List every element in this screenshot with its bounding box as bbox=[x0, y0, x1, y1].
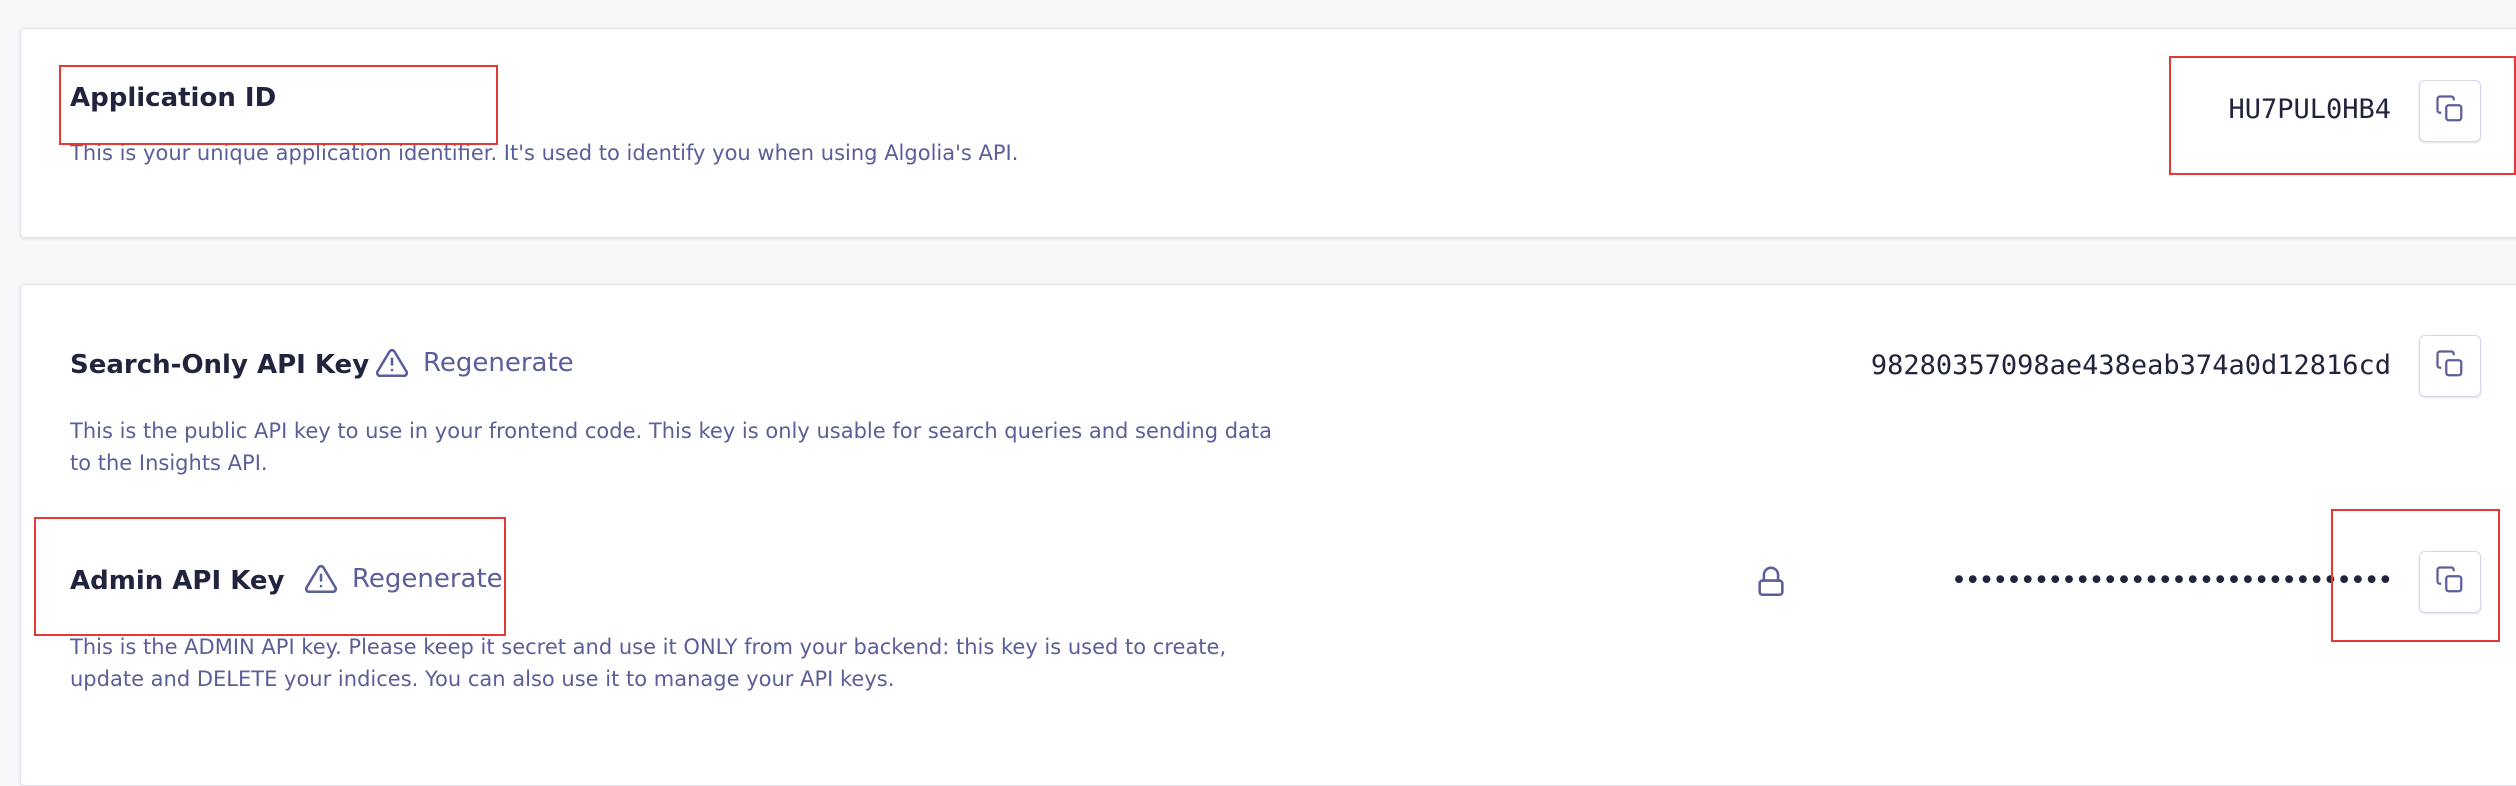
copy-icon bbox=[2435, 94, 2465, 128]
warning-icon bbox=[304, 562, 338, 596]
application-id-title: Application ID bbox=[70, 83, 277, 113]
regenerate-label: Regenerate bbox=[423, 348, 574, 378]
search-only-api-key-value[interactable]: 98280357098ae438eab374a0d12816cd bbox=[1871, 350, 2391, 381]
copy-application-id-button[interactable] bbox=[2419, 80, 2481, 142]
regenerate-label: Regenerate bbox=[352, 564, 503, 594]
admin-key-description-line-1: This is the ADMIN API key. Please keep i… bbox=[70, 635, 1227, 659]
application-id-description: This is your unique application identifi… bbox=[70, 141, 1019, 165]
search-key-description-line-1: This is the public API key to use in you… bbox=[70, 419, 1273, 443]
reveal-admin-key-button[interactable] bbox=[1754, 565, 1788, 603]
search-only-api-key-description: This is the public API key to use in you… bbox=[70, 415, 1272, 479]
copy-icon bbox=[2435, 565, 2465, 599]
warning-icon bbox=[375, 346, 409, 380]
regenerate-admin-key-button[interactable]: Regenerate bbox=[304, 562, 503, 596]
admin-key-description-line-2: update and DELETE your indices. You can … bbox=[70, 667, 895, 691]
application-id-value[interactable]: HU7PUL0HB4 bbox=[2228, 94, 2391, 125]
admin-api-key-title: Admin API Key bbox=[70, 566, 285, 596]
admin-api-key-value[interactable]: •••••••••••••••••••••••••••••••• bbox=[1951, 565, 2394, 596]
copy-admin-key-button[interactable] bbox=[2419, 551, 2481, 613]
regenerate-search-key-button[interactable]: Regenerate bbox=[375, 346, 574, 380]
lock-icon bbox=[1754, 566, 1788, 603]
copy-icon bbox=[2435, 349, 2465, 383]
copy-search-key-button[interactable] bbox=[2419, 335, 2481, 397]
search-only-api-key-title: Search-Only API Key bbox=[70, 350, 370, 380]
application-id-card bbox=[20, 28, 2516, 238]
admin-api-key-description: This is the ADMIN API key. Please keep i… bbox=[70, 631, 1226, 695]
search-key-description-line-2: to the Insights API. bbox=[70, 451, 268, 475]
